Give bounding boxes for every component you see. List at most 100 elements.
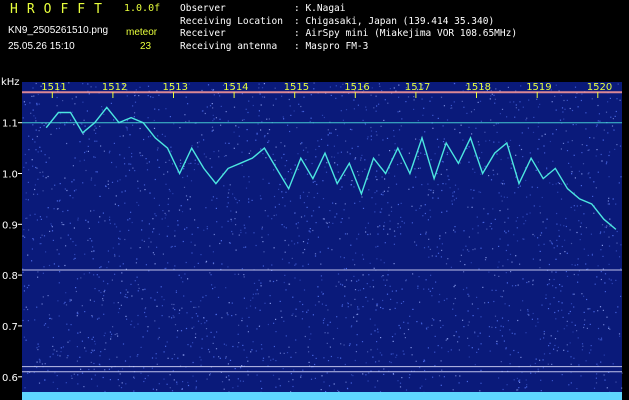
noise-speck [337, 152, 339, 154]
noise-speck [379, 225, 381, 227]
noise-speck [69, 300, 71, 302]
noise-speck [105, 185, 107, 188]
noise-speck [192, 375, 194, 377]
noise-speck [248, 201, 250, 203]
noise-speck [604, 291, 606, 293]
noise-speck [221, 317, 223, 319]
noise-speck [94, 374, 96, 376]
noise-speck [206, 106, 208, 108]
noise-speck [32, 109, 34, 111]
noise-speck [533, 116, 535, 118]
noise-speck [126, 120, 128, 122]
noise-speck [373, 107, 375, 109]
noise-speck [365, 109, 367, 111]
noise-speck [137, 290, 139, 292]
noise-speck [498, 141, 500, 143]
noise-speck [344, 295, 346, 297]
noise-speck [430, 159, 432, 161]
noise-speck [505, 249, 507, 252]
noise-speck [505, 272, 507, 274]
noise-speck [114, 223, 116, 225]
noise-speck [314, 253, 317, 255]
noise-speck [560, 148, 562, 150]
noise-speck [443, 376, 445, 378]
noise-speck [297, 153, 299, 155]
noise-speck [36, 102, 38, 104]
noise-speck [223, 343, 225, 345]
noise-speck [501, 296, 503, 298]
noise-speck [350, 244, 352, 246]
noise-speck [119, 179, 121, 181]
noise-speck [572, 124, 574, 126]
noise-speck [329, 210, 331, 212]
noise-speck [429, 100, 431, 102]
noise-speck [419, 207, 421, 209]
noise-speck [543, 333, 545, 335]
noise-speck [570, 206, 572, 208]
noise-speck [182, 281, 184, 283]
noise-speck [102, 212, 104, 214]
noise-speck [396, 302, 398, 304]
noise-speck [169, 190, 171, 192]
noise-speck [537, 106, 540, 108]
noise-speck [73, 179, 75, 181]
noise-speck [565, 130, 567, 132]
noise-speck [506, 282, 508, 284]
noise-speck [58, 127, 60, 129]
noise-speck [401, 148, 403, 150]
noise-speck [450, 107, 452, 109]
noise-speck [528, 314, 530, 316]
noise-speck [578, 220, 580, 222]
noise-speck [493, 174, 495, 176]
noise-speck [109, 150, 111, 152]
noise-speck [604, 226, 606, 228]
noise-speck [25, 217, 27, 219]
noise-speck [382, 191, 384, 193]
noise-speck [269, 302, 271, 304]
noise-speck [488, 175, 490, 177]
noise-speck [397, 164, 399, 166]
noise-speck [98, 317, 100, 319]
noise-speck [271, 218, 273, 220]
noise-speck [59, 113, 62, 115]
noise-speck [502, 180, 504, 182]
noise-speck [370, 349, 372, 351]
noise-speck [354, 158, 356, 160]
noise-speck [234, 368, 236, 370]
noise-speck [417, 120, 419, 122]
noise-speck [320, 263, 322, 265]
noise-speck [537, 161, 539, 163]
noise-speck [581, 93, 583, 95]
noise-speck [367, 351, 369, 353]
noise-speck [119, 135, 121, 137]
noise-speck [36, 104, 38, 106]
noise-speck [377, 245, 379, 247]
noise-speck [419, 387, 421, 389]
noise-speck [35, 149, 37, 151]
noise-speck [580, 222, 582, 224]
noise-speck [93, 349, 95, 351]
noise-speck [140, 346, 142, 348]
noise-speck [216, 197, 218, 199]
noise-speck [185, 327, 188, 330]
noise-speck [314, 255, 317, 257]
noise-speck [158, 204, 160, 206]
noise-speck [26, 217, 28, 219]
noise-speck [252, 104, 254, 107]
noise-speck [377, 226, 379, 228]
noise-speck [399, 386, 402, 388]
noise-speck [340, 357, 342, 359]
noise-speck [202, 296, 204, 298]
noise-speck [205, 328, 208, 330]
noise-speck [554, 338, 557, 340]
noise-speck [413, 108, 415, 110]
noise-speck [52, 336, 54, 339]
noise-speck [37, 271, 39, 273]
noise-speck [477, 141, 479, 143]
noise-speck [571, 264, 573, 266]
noise-speck [393, 129, 395, 132]
noise-speck [59, 355, 61, 357]
noise-speck [74, 253, 76, 256]
noise-speck [180, 205, 182, 207]
noise-speck [146, 330, 149, 332]
